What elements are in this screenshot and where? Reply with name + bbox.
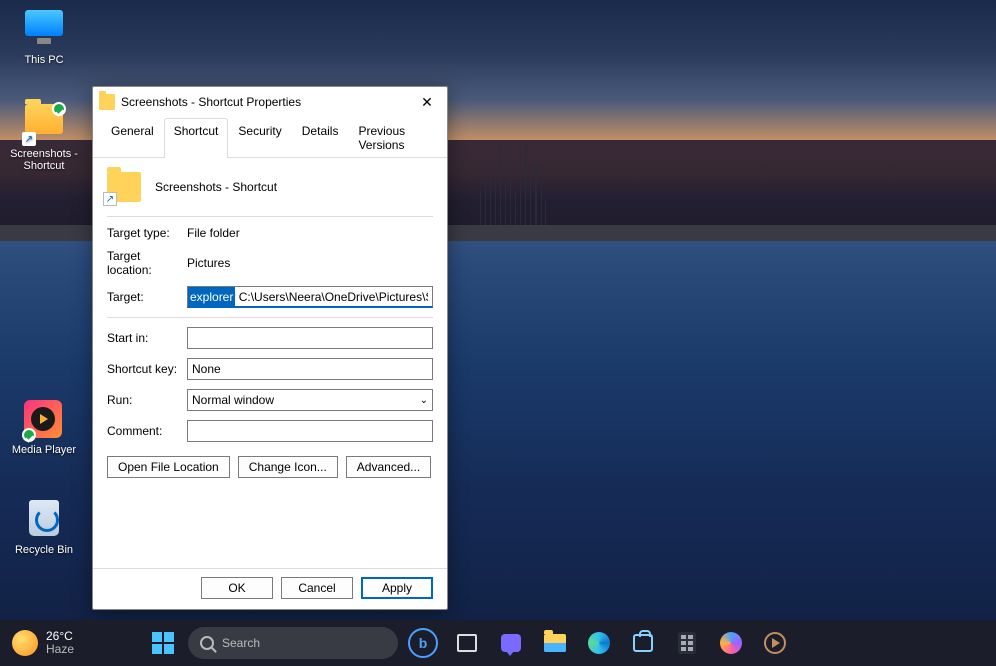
taskbar-calculator[interactable] [668,624,706,662]
file-explorer-icon [544,634,566,652]
change-icon-button[interactable]: Change Icon... [238,456,338,478]
advanced-button[interactable]: Advanced... [346,456,431,478]
search-icon [200,636,214,650]
folder-icon [99,94,115,110]
taskbar-task-view[interactable] [448,624,486,662]
cancel-button[interactable]: Cancel [281,577,353,599]
target-selection: explorer [188,287,235,307]
target-location-value: Pictures [187,256,433,270]
desktop-icon-label: Screenshots - Shortcut [8,148,80,172]
tab-security[interactable]: Security [228,118,291,158]
desktop-icon-recycle-bin[interactable]: Recycle Bin [8,500,80,556]
target-type-label: Target type: [107,226,187,240]
edge-icon [588,632,610,654]
search-placeholder: Search [222,636,260,650]
close-button[interactable]: ✕ [413,88,441,116]
comment-label: Comment: [107,424,187,438]
shortcut-name: Screenshots - Shortcut [155,180,277,194]
monitor-icon [25,10,63,36]
copilot-icon [720,632,742,654]
windows-logo-icon [152,632,174,654]
weather-icon [12,630,38,656]
dialog-titlebar[interactable]: Screenshots - Shortcut Properties ✕ [93,87,447,117]
store-icon [633,634,653,652]
task-view-icon [457,634,477,652]
target-type-value: File folder [187,226,433,240]
dialog-footer: OK Cancel Apply [93,568,447,609]
chat-icon [501,634,521,652]
taskbar-file-explorer[interactable] [536,624,574,662]
bing-icon: b [408,628,438,658]
target-label: Target: [107,290,187,304]
desktop-icon-label: This PC [8,54,80,66]
desktop-icon-label: Recycle Bin [8,544,80,556]
desktop-icon-label: Media Player [8,444,80,456]
shortcut-key-label: Shortcut key: [107,362,187,376]
apply-button[interactable]: Apply [361,577,433,599]
tab-shortcut[interactable]: Shortcut [164,118,229,158]
start-button[interactable] [144,624,182,662]
taskbar-chat[interactable] [492,624,530,662]
taskbar-search[interactable]: Search [188,627,398,659]
run-label: Run: [107,393,187,407]
start-in-label: Start in: [107,331,187,345]
tab-previous-versions[interactable]: Previous Versions [348,118,439,158]
taskbar-media-player[interactable] [756,624,794,662]
properties-dialog: Screenshots - Shortcut Properties ✕ Gene… [92,86,448,610]
shortcut-arrow-icon: ↗ [103,192,117,206]
recycle-bin-icon [29,500,59,536]
open-file-location-button[interactable]: Open File Location [107,456,230,478]
taskbar-weather[interactable]: 26°C Haze [12,630,74,656]
desktop-icon-screenshots-shortcut[interactable]: ↗ Screenshots - Shortcut [8,100,80,172]
chevron-down-icon: ⌄ [420,395,428,406]
taskbar-edge[interactable] [580,624,618,662]
start-in-input[interactable] [187,327,433,349]
taskbar-bing-chat[interactable]: b [404,624,442,662]
shortcut-key-input[interactable] [187,358,433,380]
sync-check-icon [52,102,66,116]
weather-condition: Haze [46,643,74,656]
run-select[interactable]: Normal window ⌄ [187,389,433,411]
taskbar-store[interactable] [624,624,662,662]
desktop-icon-this-pc[interactable]: This PC [8,10,80,66]
tab-details[interactable]: Details [292,118,349,158]
ok-button[interactable]: OK [201,577,273,599]
calculator-icon [678,632,696,654]
target-location-label: Target location: [107,249,187,277]
run-select-value: Normal window [192,393,274,407]
shortcut-arrow-icon: ↗ [22,132,36,146]
dialog-body: ↗ Screenshots - Shortcut Target type: Fi… [93,158,447,568]
taskbar: 26°C Haze Search b [0,620,996,666]
dialog-title: Screenshots - Shortcut Properties [121,95,413,109]
taskbar-copilot[interactable] [712,624,750,662]
desktop-icon-media-player[interactable]: Media Player [8,400,80,456]
folder-shortcut-icon: ↗ [107,172,141,202]
tab-general[interactable]: General [101,118,164,158]
comment-input[interactable] [187,420,433,442]
sync-check-icon [22,428,36,442]
play-icon [764,632,786,654]
dialog-tabs: General Shortcut Security Details Previo… [93,117,447,158]
